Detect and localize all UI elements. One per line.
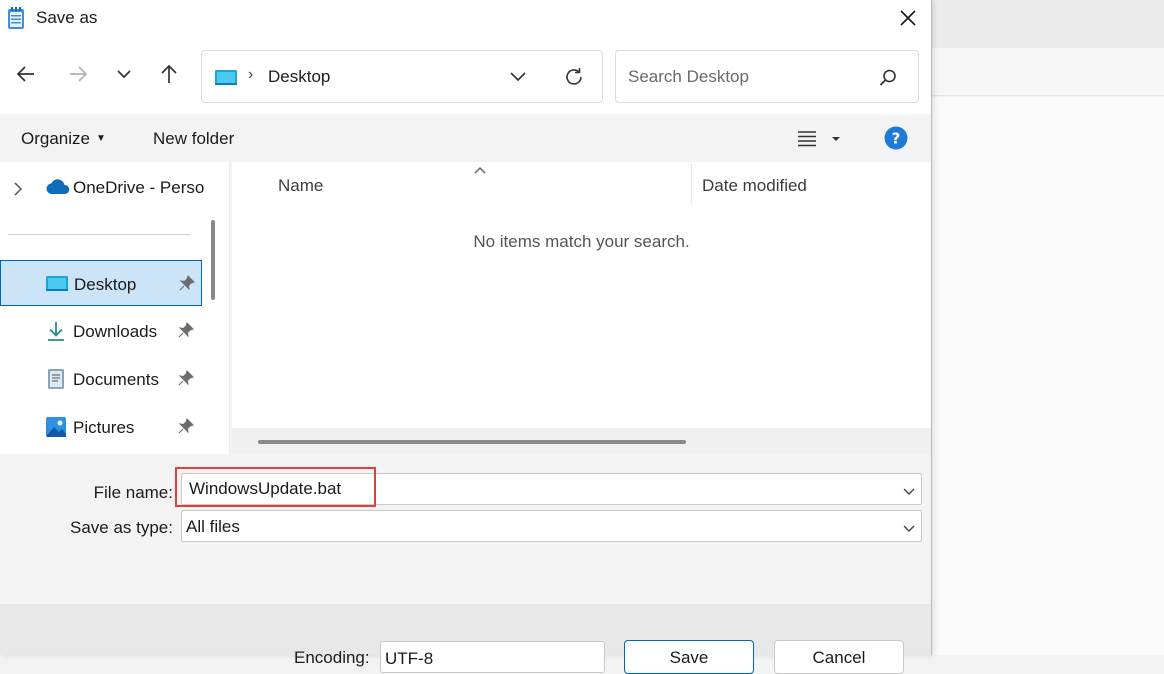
breadcrumb-desktop[interactable]: Desktop	[268, 67, 330, 87]
cancel-button[interactable]: Cancel	[774, 640, 904, 674]
nav-item-label: Desktop	[74, 275, 137, 294]
pin-icon	[178, 322, 194, 343]
search-box	[615, 50, 919, 103]
breadcrumb-separator: ›	[248, 66, 254, 83]
help-button[interactable]: ?	[884, 126, 908, 150]
address-bar[interactable]: › Desktop	[201, 50, 603, 103]
sort-ascending-icon	[474, 162, 486, 180]
column-header-date-modified[interactable]: Date modified	[702, 176, 807, 196]
download-icon	[46, 320, 66, 347]
chevron-down-icon[interactable]	[902, 484, 916, 502]
file-list: Name Date modified No items match your s…	[232, 162, 931, 454]
list-view-icon	[798, 131, 840, 147]
save-form: File name: Save as type: All files	[0, 454, 931, 604]
encoding-label: Encoding:	[294, 648, 370, 667]
encoding-select[interactable]: UTF-8	[380, 641, 605, 673]
view-options-button[interactable]	[796, 126, 846, 152]
nav-item-onedrive[interactable]: OneDrive - Perso	[0, 164, 205, 210]
nav-item-label: Downloads	[73, 322, 158, 341]
chevron-right-icon[interactable]	[12, 182, 24, 201]
dialog-title: Save as	[36, 8, 98, 27]
search-input[interactable]	[626, 65, 866, 89]
nav-item-downloads[interactable]: Downloads	[0, 308, 202, 354]
pictures-icon	[45, 416, 67, 443]
column-separator[interactable]	[691, 164, 692, 204]
save-as-type-select[interactable]: All files	[181, 510, 922, 542]
address-history-button[interactable]	[508, 69, 530, 87]
chevron-down-icon	[117, 70, 131, 79]
nav-item-label: Pictures	[73, 418, 135, 437]
highlight-annotation	[175, 467, 376, 507]
title-bar: Save as	[0, 0, 931, 36]
close-button[interactable]	[888, 0, 928, 36]
recent-locations-button[interactable]	[112, 62, 138, 88]
pin-icon	[178, 418, 194, 439]
up-button[interactable]	[157, 62, 183, 88]
back-button[interactable]	[14, 62, 40, 88]
onedrive-cloud-icon	[44, 178, 70, 201]
refresh-icon	[566, 68, 582, 85]
arrow-up-icon	[161, 64, 177, 83]
svg-text:?: ?	[892, 130, 901, 148]
empty-state-message: No items match your search.	[473, 232, 690, 251]
background-window-content	[932, 97, 1164, 655]
nav-item-pictures[interactable]: Pictures	[0, 404, 202, 450]
search-icon[interactable]	[878, 68, 898, 93]
navigation-bar: › Desktop	[0, 36, 931, 114]
background-window-toolbar	[932, 48, 1164, 96]
chevron-down-icon	[510, 72, 526, 82]
encoding-value: UTF-8	[385, 649, 434, 668]
documents-icon	[47, 368, 65, 395]
close-icon	[900, 10, 916, 26]
navigation-pane: OneDrive - Perso Desktop Downloads Docum…	[0, 162, 230, 454]
arrow-left-icon	[16, 66, 34, 82]
save-as-type-label: Save as type:	[69, 518, 173, 537]
organize-menu[interactable]: Organize ▼	[21, 129, 106, 149]
background-window-titlebar	[932, 0, 1164, 48]
new-folder-button[interactable]: New folder	[153, 129, 234, 149]
forward-button[interactable]	[66, 62, 92, 88]
desktop-folder-icon	[214, 69, 238, 92]
save-as-dialog: Save as › Desktop Search Desktop Organiz…	[0, 0, 932, 674]
help-icon: ?	[884, 126, 908, 150]
nav-item-label: Documents	[73, 370, 159, 389]
chevron-down-icon	[902, 521, 916, 539]
file-name-label: File name:	[93, 483, 173, 502]
arrow-right-icon	[70, 66, 88, 82]
nav-item-label: OneDrive - Perso	[73, 178, 205, 197]
dialog-footer: Encoding: UTF-8 Save Cancel	[0, 604, 931, 674]
nav-item-desktop[interactable]: Desktop	[0, 260, 202, 306]
desktop-icon	[45, 275, 69, 298]
pin-icon	[178, 370, 194, 391]
nav-pane-scrollbar[interactable]	[211, 220, 215, 300]
pin-icon	[179, 275, 195, 296]
notepad-icon	[6, 6, 26, 30]
organize-label: Organize	[21, 129, 90, 148]
column-header-name[interactable]: Name	[278, 176, 323, 196]
caret-down-icon: ▼	[95, 133, 106, 144]
save-as-type-value: All files	[186, 517, 240, 536]
nav-item-documents[interactable]: Documents	[0, 356, 202, 402]
horizontal-scrollbar-thumb[interactable]	[258, 440, 686, 444]
save-button[interactable]: Save	[624, 640, 754, 674]
refresh-button[interactable]	[562, 65, 586, 89]
divider	[8, 234, 190, 235]
command-bar: Organize ▼ New folder ?	[0, 114, 931, 162]
